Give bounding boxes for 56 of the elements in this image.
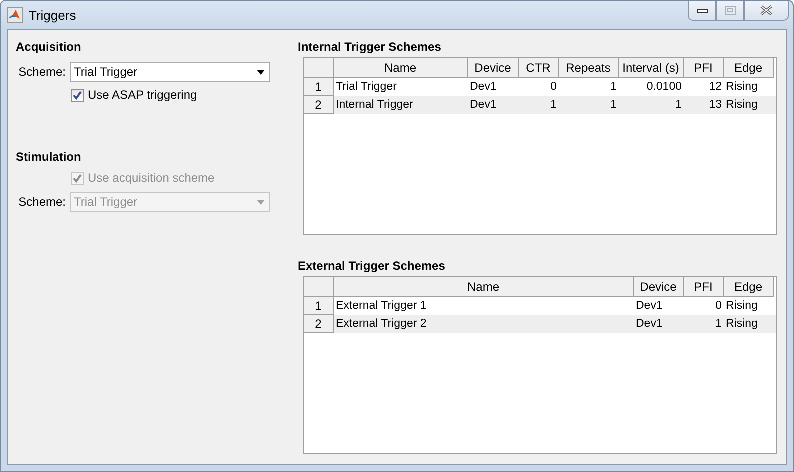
caret-icon <box>257 200 265 204</box>
column-header[interactable]: PFI <box>684 277 724 297</box>
window-title: Triggers <box>29 8 76 22</box>
table-cell-text: 0 <box>550 80 558 95</box>
close-button[interactable] <box>744 1 789 21</box>
column-header[interactable]: Repeats <box>559 58 619 78</box>
column-header[interactable]: Name <box>334 277 634 297</box>
close-icon <box>760 5 773 16</box>
table-cell-text: Dev1 <box>469 98 498 113</box>
row-header[interactable]: 2 <box>304 96 334 114</box>
table-cell-text: Rising <box>725 80 759 95</box>
column-header[interactable]: Device <box>468 58 519 78</box>
table-cell-text: Trial Trigger <box>335 80 398 95</box>
table-cell-text: 0.0100 <box>646 80 683 95</box>
scheme-label: Scheme: <box>18 65 66 79</box>
table-cell-text: 12 <box>708 80 723 95</box>
column-header[interactable]: CTR <box>519 58 559 78</box>
table-cell-text: Dev1 <box>635 299 664 314</box>
minimize-button[interactable] <box>688 1 716 21</box>
table-cell-text: Rising <box>725 317 759 332</box>
checkbox-label: Use acquisition scheme <box>88 171 215 185</box>
table-cell-text: Dev1 <box>469 80 498 95</box>
scheme-dropdown[interactable]: Trial Trigger <box>70 62 270 82</box>
row-header[interactable]: 2 <box>304 315 334 333</box>
row-header[interactable]: 1 <box>304 297 334 315</box>
column-header[interactable]: PFI <box>684 58 724 78</box>
table-cell-text: Rising <box>725 299 759 314</box>
table-title: Internal Trigger Schemes <box>298 40 442 54</box>
table-cell-text: External Trigger 2 <box>335 317 428 332</box>
section-heading: Stimulation <box>16 150 82 166</box>
scheme-label: Scheme: <box>18 195 66 209</box>
app-logo-icon <box>7 7 23 23</box>
minimize-icon <box>696 8 708 12</box>
table-cell-text: 1 <box>610 98 618 113</box>
table-cell-text: Dev1 <box>635 317 664 332</box>
table-cell-text: Internal Trigger <box>335 98 414 113</box>
table-cell-text: 13 <box>708 98 723 113</box>
checkbox-label: Use ASAP triggering <box>88 88 198 102</box>
table-cell-text: 1 <box>714 317 723 332</box>
column-header[interactable]: Interval (s) <box>619 58 684 78</box>
column-header[interactable]: Device <box>634 277 684 297</box>
table-cell-text: Rising <box>725 98 759 113</box>
checkbox[interactable] <box>71 88 84 102</box>
table-cell-text: 0 <box>714 299 723 314</box>
table-cell-text: 1 <box>610 80 618 95</box>
table-cell-text: 1 <box>674 98 683 113</box>
section-heading: Acquisition <box>16 40 82 56</box>
table-cell-text: External Trigger 1 <box>335 299 428 314</box>
maximize-icon <box>724 6 736 15</box>
table-title: External Trigger Schemes <box>298 259 446 273</box>
column-header[interactable]: Name <box>334 58 468 78</box>
row-header[interactable]: 1 <box>304 78 334 96</box>
column-header[interactable]: Edge <box>724 277 774 297</box>
table-cell-text: 1 <box>550 98 558 113</box>
column-header[interactable]: Edge <box>724 58 774 78</box>
caret-icon <box>257 70 265 74</box>
